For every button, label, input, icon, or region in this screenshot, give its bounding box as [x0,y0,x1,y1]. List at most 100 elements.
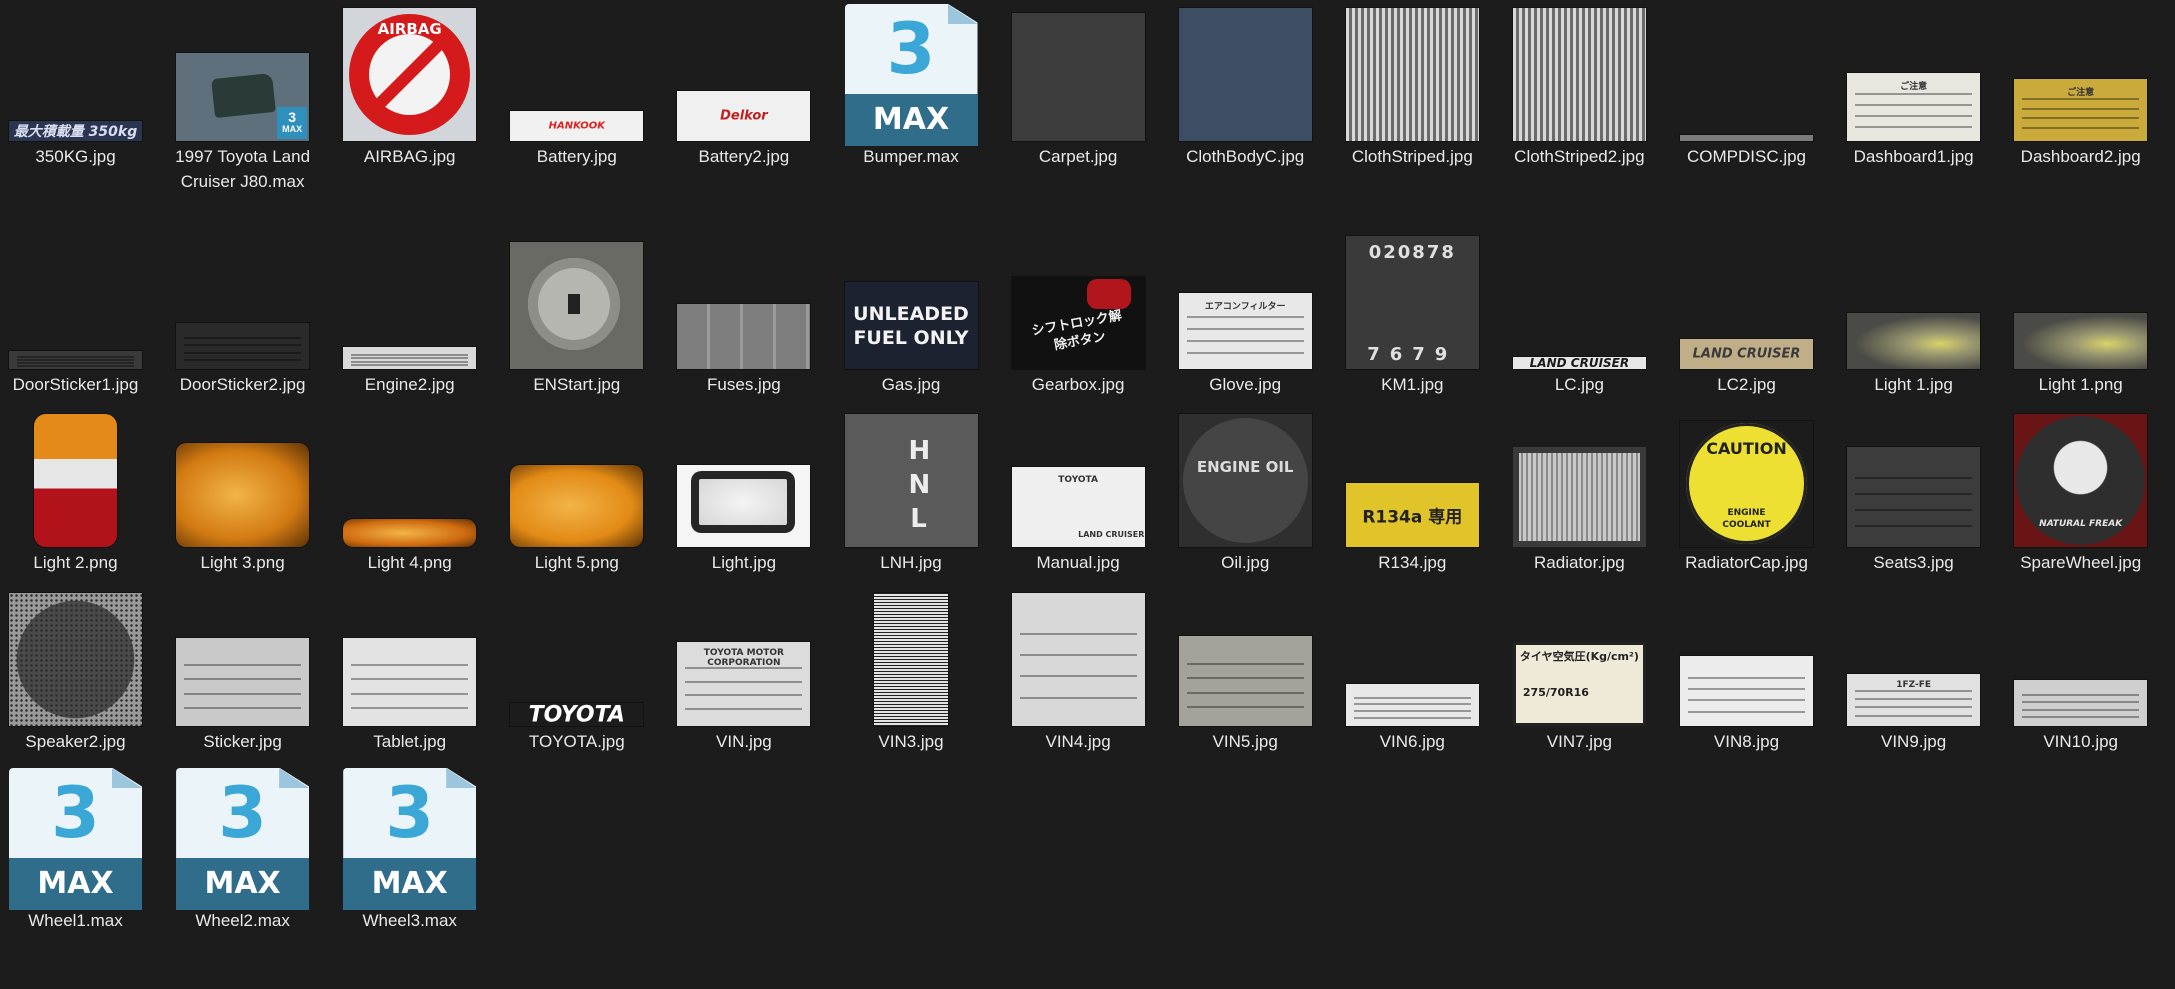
file-item-vin5-jpg[interactable]: VIN5.jpg [1162,585,1329,810]
file-thumbnail [510,236,644,369]
thumbnail-image [9,351,142,369]
oil-cap [1182,418,1308,543]
file-item-toyota-jpg[interactable]: TOYOTA TOYOTA.jpg [493,585,660,810]
sticker-line [1019,675,1137,678]
file-thumbnail [343,236,477,369]
file-item-350kg-jpg[interactable]: 最大積載量 350kg 350KG.jpg [0,0,159,225]
file-name: RadiatorCap.jpg [1685,553,1808,572]
file-item-bumper-max[interactable]: 3 MAX Bumper.max [828,0,995,225]
sticker-line [1687,688,1806,691]
file-item-1997-toyota-land-cruiser-j80-max[interactable]: 3 MAX 1997 Toyota Land Cruiser J80.max [159,0,326,225]
file-item-wheel2-max[interactable]: 3 MAX Wheel2.max [159,764,326,989]
file-item-vin9-jpg[interactable]: 1FZ-FE VIN9.jpg [1830,585,1997,810]
sticker-line [2022,97,2140,100]
file-thumbnail: TOYOTA [510,593,644,726]
thumbnail-text: Delkor [720,108,768,124]
file-thumbnail: R134a 専用 [1345,414,1479,547]
sticker-line [351,678,469,681]
file-item-dashboard1-jpg[interactable]: ご注意 Dashboard1.jpg [1830,0,1997,225]
thumbnail-text: UNLEADED FUEL ONLY [853,302,969,349]
thumbnail-image: LAND CRUISER [1680,339,1813,369]
file-name: ClothStriped2.jpg [1514,147,1645,166]
file-name: LC.jpg [1554,375,1604,394]
thumbnail-text: 7679 [1367,344,1458,365]
file-item-vin10-jpg[interactable]: VIN10.jpg [1997,585,2164,810]
file-thumbnail [1680,593,1813,726]
sticker-line [16,356,135,359]
file-item-airbag-jpg[interactable]: AIRBAG AIRBAG.jpg [326,0,493,225]
file-item-wheel3-max[interactable]: 3 MAX Wheel3.max [326,764,493,989]
file-thumbnail [1178,8,1312,141]
file-item-wheel1-max[interactable]: 3 MAX Wheel1.max [0,764,159,989]
file-name: Light 1.jpg [1874,375,1953,394]
file-item-dashboard2-jpg[interactable]: ご注意 Dashboard2.jpg [1997,0,2164,225]
thumbnail-image: TOYOTA LAND CRUISER [1011,467,1145,547]
file-item-vin-jpg[interactable]: TOYOTA MOTOR CORPORATION VIN.jpg [660,585,827,810]
file-name: TOYOTA.jpg [528,732,625,751]
file-thumbnail: H N L [844,414,978,547]
file-item-clothbodyc-jpg[interactable]: ClothBodyC.jpg [1162,0,1329,225]
file-thumbnail: 020878 7679 [1345,236,1479,369]
file-item-carpet-jpg[interactable]: Carpet.jpg [995,0,1162,225]
file-item-clothstriped-jpg[interactable]: ClothStriped.jpg [1329,0,1496,225]
file-item-battery2-jpg[interactable]: Delkor Battery2.jpg [660,0,827,225]
file-thumbnail [1847,236,1981,369]
3ds-max-file-icon: 3 MAX [176,768,310,910]
thumbnail-image [1178,636,1312,726]
file-thumbnail [1345,593,1479,726]
max-icon-number: 3 [218,772,267,854]
file-thumbnail [1011,593,1145,726]
sticker-line [1186,663,1304,665]
file-name: Tablet.jpg [373,732,447,751]
thumbnail-text: LAND CRUISER [1078,530,1145,539]
file-name: Light.jpg [711,553,777,572]
max-badge: 3 MAX [277,107,308,139]
file-name: Glove.jpg [1209,375,1282,394]
file-name: Light 3.png [200,553,285,572]
sticker-line [1019,632,1137,635]
file-thumbnail [1178,593,1312,726]
file-thumbnail [677,236,811,369]
thumbnail-text: HANKOOK [548,120,605,132]
thumbnail-text: エアコンフィルター [1204,302,1286,312]
file-name: ENStart.jpg [533,375,621,394]
sticker-line [685,680,803,683]
thumbnail-image: HANKOOK [510,111,644,141]
file-thumbnail [2014,593,2148,726]
thumbnail-image: 3 MAX [176,53,310,141]
file-name: Light 4.png [367,553,452,572]
sticker-line [1687,677,1806,679]
file-name: Gas.jpg [881,375,941,394]
file-name: VIN.jpg [716,732,772,751]
sticker-line [685,707,803,710]
thumbnail-text: ENGINE COOLANT [1722,508,1771,530]
thumbnail-image [1512,8,1646,141]
thumbnail-image: LAND CRUISER [1512,357,1646,369]
file-item-compdisc-jpg[interactable]: COMPDISC.jpg [1663,0,1830,225]
file-name: Dashboard1.jpg [1853,147,1974,166]
file-name: Battery.jpg [536,147,617,166]
sticker-line [1687,710,1806,713]
file-item-vin7-jpg[interactable]: タイヤ空気圧(Kg/cm²) 275/70R16 VIN7.jpg [1496,585,1663,810]
file-name: VIN5.jpg [1212,732,1278,751]
file-item-clothstriped2-jpg[interactable]: ClothStriped2.jpg [1496,0,1663,225]
file-item-vin8-jpg[interactable]: VIN8.jpg [1663,585,1830,810]
sticker-line [184,344,302,347]
thumbnail-image [176,443,310,547]
file-item-battery-jpg[interactable]: HANKOOK Battery.jpg [493,0,660,225]
thumbnail-image [874,593,948,726]
file-thumbnail: エアコンフィルター [1178,236,1312,369]
thumbnail-image [1847,313,1981,369]
thumbnail-image [1178,8,1312,141]
file-item-vin4-jpg[interactable]: VIN4.jpg [995,585,1162,810]
sticker-line [1186,352,1304,355]
file-item-vin6-jpg[interactable]: VIN6.jpg [1329,585,1496,810]
file-name: LC2.jpg [1717,375,1776,394]
file-thumbnail: 1FZ-FE [1847,593,1981,726]
file-item-vin3-jpg[interactable]: VIN3.jpg [828,585,995,810]
file-name: R134.jpg [1378,553,1447,572]
thumbnail-image: ENGINE OIL [1178,414,1312,547]
file-name: SpareWheel.jpg [2020,553,2142,572]
file-thumbnail [9,414,142,547]
file-name: Fuses.jpg [707,375,781,394]
